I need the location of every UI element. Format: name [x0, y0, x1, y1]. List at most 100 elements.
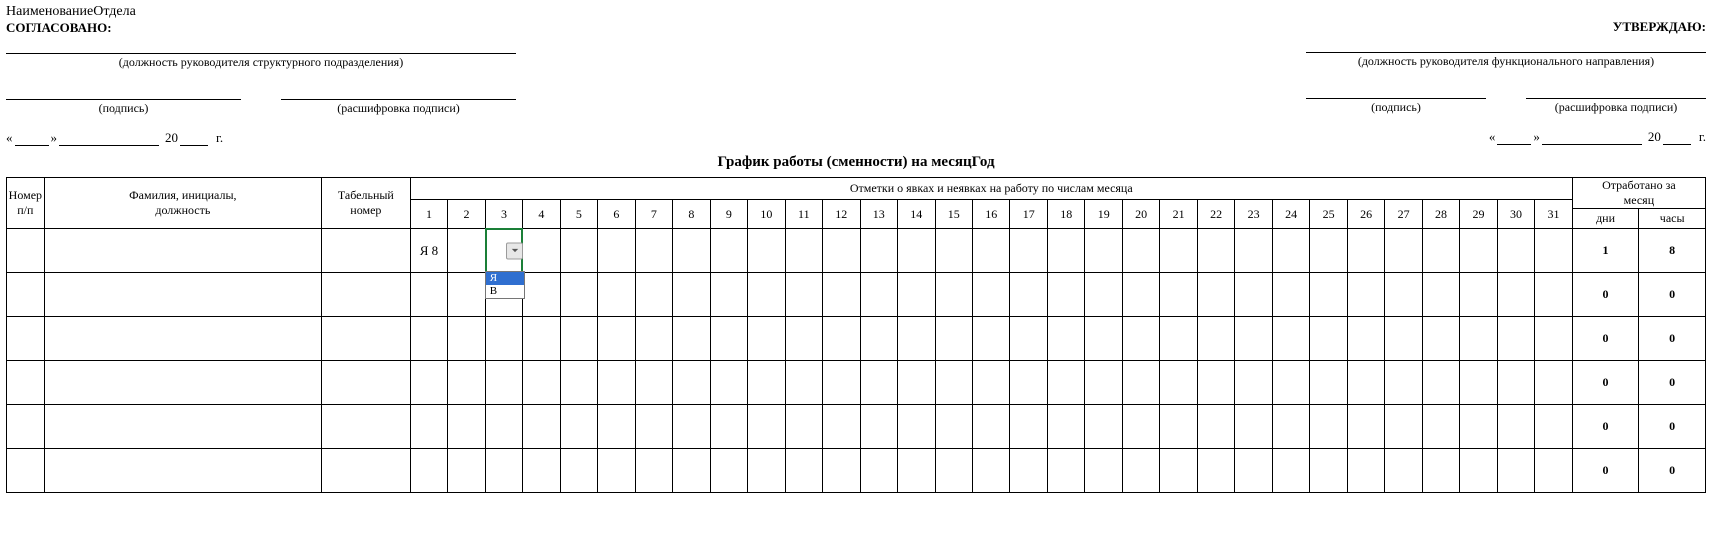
cell-day[interactable]	[935, 229, 972, 273]
cell-tabnum[interactable]	[322, 317, 411, 361]
cell-day[interactable]	[1385, 229, 1422, 273]
cell-day[interactable]	[1310, 449, 1347, 493]
cell-day[interactable]	[973, 405, 1010, 449]
cell-day[interactable]	[1347, 405, 1384, 449]
cell-day[interactable]	[973, 449, 1010, 493]
cell-day[interactable]	[973, 273, 1010, 317]
cell-day[interactable]	[1197, 317, 1234, 361]
cell-day[interactable]	[560, 229, 597, 273]
cell-day[interactable]	[1460, 405, 1497, 449]
cell-name[interactable]	[44, 449, 321, 493]
cell-day[interactable]	[1047, 273, 1084, 317]
cell-day[interactable]	[523, 273, 560, 317]
cell-day[interactable]	[935, 273, 972, 317]
cell-day[interactable]	[710, 273, 747, 317]
cell-day[interactable]	[860, 449, 897, 493]
cell-day[interactable]	[485, 449, 522, 493]
cell-day[interactable]	[1122, 229, 1159, 273]
cell-day[interactable]	[1047, 317, 1084, 361]
cell-day[interactable]	[1535, 273, 1573, 317]
cell-day[interactable]	[1122, 317, 1159, 361]
cell-day[interactable]: ЯВ	[485, 229, 522, 273]
cell-day[interactable]	[1272, 361, 1309, 405]
cell-day[interactable]	[1235, 405, 1272, 449]
cell-day[interactable]	[1085, 317, 1122, 361]
cell-day[interactable]	[635, 229, 672, 273]
cell-day[interactable]	[560, 361, 597, 405]
cell-day[interactable]	[673, 449, 710, 493]
cell-day[interactable]	[1122, 273, 1159, 317]
cell-day[interactable]	[635, 405, 672, 449]
cell-day[interactable]	[1160, 449, 1197, 493]
cell-day[interactable]	[598, 273, 635, 317]
cell-day[interactable]	[1197, 449, 1234, 493]
cell-day[interactable]	[973, 361, 1010, 405]
cell-day[interactable]	[598, 317, 635, 361]
cell-day[interactable]	[973, 317, 1010, 361]
cell-day[interactable]	[1047, 405, 1084, 449]
cell-day[interactable]	[485, 317, 522, 361]
cell-day[interactable]	[1197, 405, 1234, 449]
dropdown-list[interactable]: ЯВ	[485, 271, 525, 299]
cell-day[interactable]	[935, 317, 972, 361]
cell-day[interactable]	[1160, 273, 1197, 317]
cell-day[interactable]	[448, 229, 485, 273]
cell-day[interactable]	[860, 317, 897, 361]
cell-day[interactable]	[1310, 405, 1347, 449]
cell-day[interactable]	[898, 449, 935, 493]
cell-day[interactable]	[935, 449, 972, 493]
cell-day[interactable]	[635, 361, 672, 405]
cell-day[interactable]	[635, 317, 672, 361]
cell-day[interactable]	[448, 361, 485, 405]
cell-name[interactable]	[44, 361, 321, 405]
cell-day[interactable]	[1422, 405, 1459, 449]
date-line-left[interactable]: « » 20 г.	[6, 130, 516, 146]
cell-day[interactable]	[860, 273, 897, 317]
cell-day[interactable]	[710, 405, 747, 449]
cell-day[interactable]	[1385, 317, 1422, 361]
cell-tabnum[interactable]	[322, 361, 411, 405]
cell-day[interactable]	[1235, 317, 1272, 361]
cell-day[interactable]	[673, 361, 710, 405]
cell-day[interactable]	[598, 229, 635, 273]
cell-day[interactable]	[1385, 273, 1422, 317]
cell-day[interactable]	[823, 449, 860, 493]
dropdown-button[interactable]	[506, 242, 523, 259]
cell-day[interactable]	[1535, 449, 1573, 493]
decipher-line-left[interactable]	[281, 82, 516, 100]
cell-day[interactable]	[823, 405, 860, 449]
cell-day[interactable]	[1272, 273, 1309, 317]
cell-day[interactable]	[1272, 449, 1309, 493]
cell-name[interactable]	[44, 273, 321, 317]
cell-day[interactable]	[935, 361, 972, 405]
signature-line-left[interactable]	[6, 82, 241, 100]
cell-day[interactable]	[1197, 229, 1234, 273]
cell-day[interactable]	[673, 229, 710, 273]
cell-day[interactable]: Я 8	[410, 229, 447, 273]
cell-day[interactable]	[1460, 229, 1497, 273]
cell-day[interactable]	[1010, 449, 1047, 493]
cell-day[interactable]	[560, 273, 597, 317]
cell-day[interactable]	[1460, 361, 1497, 405]
cell-day[interactable]	[673, 317, 710, 361]
cell-day[interactable]	[1535, 317, 1573, 361]
cell-day[interactable]	[898, 273, 935, 317]
position-line-left[interactable]	[6, 36, 516, 54]
cell-day[interactable]	[1460, 317, 1497, 361]
cell-day[interactable]	[748, 361, 785, 405]
cell-day[interactable]	[1122, 449, 1159, 493]
cell-day[interactable]	[1085, 361, 1122, 405]
cell-day[interactable]	[1385, 449, 1422, 493]
cell-day[interactable]	[1310, 361, 1347, 405]
cell-day[interactable]	[860, 361, 897, 405]
cell-day[interactable]	[1535, 229, 1573, 273]
cell-day[interactable]	[1010, 273, 1047, 317]
cell-day[interactable]	[710, 361, 747, 405]
cell-number[interactable]	[7, 449, 45, 493]
cell-day[interactable]	[1460, 449, 1497, 493]
cell-day[interactable]	[1235, 449, 1272, 493]
cell-day[interactable]	[523, 449, 560, 493]
cell-day[interactable]	[1160, 317, 1197, 361]
cell-day[interactable]	[1010, 361, 1047, 405]
cell-day[interactable]	[448, 273, 485, 317]
